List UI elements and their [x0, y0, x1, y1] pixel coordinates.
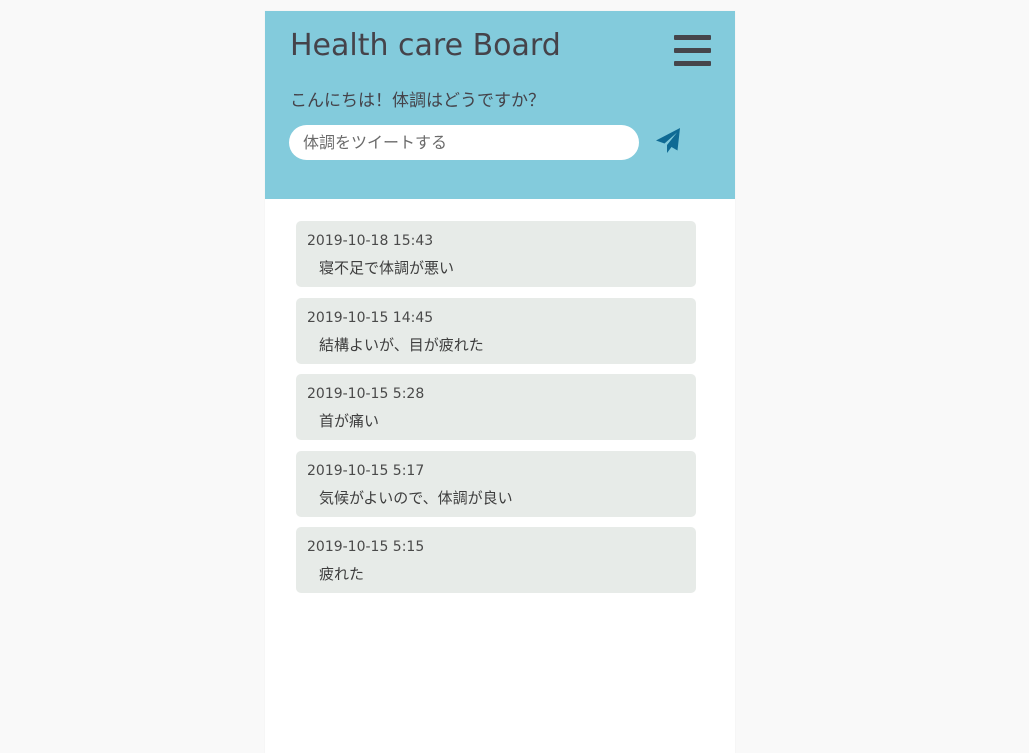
post-timestamp: 2019-10-18 15:43 — [307, 233, 434, 249]
tweet-input[interactable] — [289, 125, 639, 160]
post-list: 2019-10-18 15:43 寝不足で体調が悪い 2019-10-15 14… — [296, 221, 696, 604]
menu-bar-middle — [674, 48, 711, 53]
post-item: 2019-10-18 15:43 寝不足で体調が悪い — [296, 221, 696, 287]
post-text: 結構よいが、目が疲れた — [319, 335, 484, 354]
header: Health care Board こんにちは！体調はどうですか？ — [265, 11, 735, 199]
post-timestamp: 2019-10-15 5:28 — [307, 386, 425, 402]
send-button[interactable] — [653, 124, 685, 156]
post-item: 2019-10-15 5:28 首が痛い — [296, 374, 696, 440]
post-timestamp: 2019-10-15 5:15 — [307, 539, 425, 555]
greeting-text: こんにちは！体調はどうですか？ — [290, 91, 545, 111]
post-timestamp: 2019-10-15 5:17 — [307, 462, 425, 479]
paper-plane-icon — [656, 128, 680, 153]
app-title: Health care Board — [290, 28, 561, 63]
post-text: 疲れた — [319, 565, 365, 583]
post-text: 寝不足で体調が悪い — [319, 259, 455, 277]
app-panel: Health care Board こんにちは！体調はどうですか？ 2019-1… — [265, 11, 735, 753]
post-text: 気候がよいので、体調が良い — [319, 488, 513, 507]
post-item: 2019-10-15 5:17 気候がよいので、体調が良い — [296, 450, 696, 517]
post-timestamp: 2019-10-15 14:45 — [307, 309, 434, 326]
post-text: 首が痛い — [319, 412, 380, 430]
menu-bar-bottom — [674, 61, 711, 66]
menu-bar-top — [674, 35, 711, 40]
hamburger-menu-icon[interactable] — [674, 35, 711, 67]
post-item: 2019-10-15 14:45 結構よいが、目が疲れた — [296, 297, 696, 364]
post-item: 2019-10-15 5:15 疲れた — [296, 527, 696, 593]
